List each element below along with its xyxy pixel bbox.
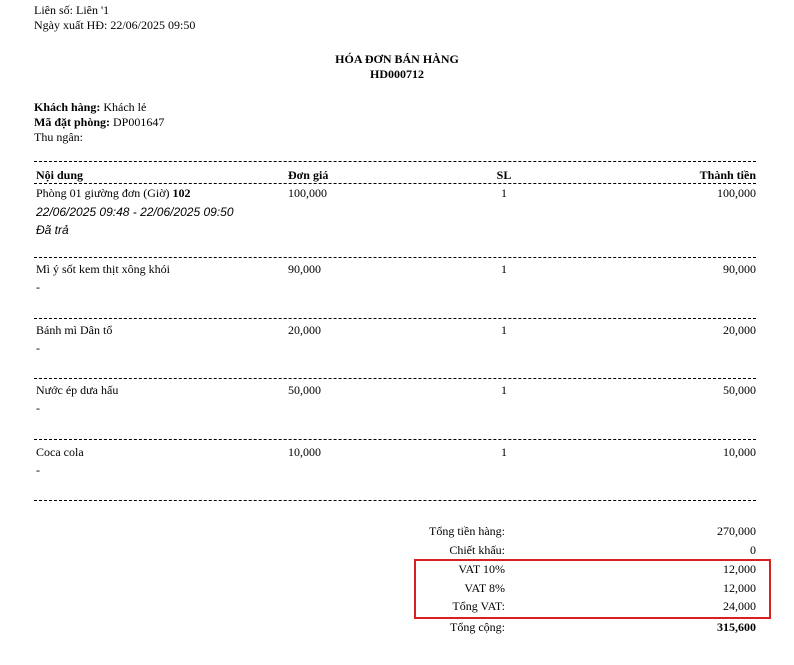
header-unit-price: Đơn giá — [288, 168, 329, 182]
customer-line: Khách hàng: Khách lẻ — [34, 100, 164, 115]
item-note: - — [36, 463, 40, 477]
booking-label: Mã đặt phòng: — [34, 115, 111, 129]
item-total: 50,000 — [723, 383, 756, 397]
summary-value: 270,000 — [717, 524, 756, 538]
item-time-range: 22/06/2025 09:48 - 22/06/2025 09:50 — [36, 205, 234, 219]
booking-line: Mã đặt phòng: DP001647 — [34, 115, 164, 130]
item-qty: 1 — [501, 383, 507, 397]
invoice-number: HD000712 — [370, 67, 424, 81]
invoice-meta: Liên số: Liên '1 Ngày xuất HĐ: 22/06/202… — [34, 3, 195, 33]
summary-label: Chiết khấu: — [449, 543, 505, 557]
export-date-label: Ngày xuất HĐ: — [34, 18, 108, 32]
item-note: - — [36, 280, 40, 294]
row-divider — [34, 183, 756, 184]
export-date-line: Ngày xuất HĐ: 22/06/2025 09:50 — [34, 18, 195, 33]
vat-highlight-box — [414, 559, 771, 619]
booking-value: DP001647 — [113, 115, 165, 129]
summary-label: Tổng cộng: — [450, 620, 505, 634]
item-qty: 1 — [501, 262, 507, 276]
item-price: 90,000 — [288, 262, 321, 276]
item-price: 10,000 — [288, 445, 321, 459]
header-content: Nội dung — [36, 168, 84, 182]
customer-label: Khách hàng: — [34, 100, 101, 114]
cashier-label: Thu ngân: — [34, 130, 83, 144]
table-top-divider — [34, 161, 756, 162]
item-name: Coca cola — [36, 445, 84, 459]
row-divider — [34, 378, 756, 379]
row-divider — [34, 318, 756, 319]
copy-label: Liên số: Liên '1 — [34, 3, 110, 17]
summary-value: 0 — [750, 543, 756, 557]
header-quantity: SL — [496, 168, 512, 182]
item-qty: 1 — [501, 323, 507, 337]
summary-label: Tổng tiền hàng: — [429, 524, 505, 538]
item-total: 10,000 — [723, 445, 756, 459]
item-total: 20,000 — [723, 323, 756, 337]
summary-grand-total: Tổng cộng: 315,600 — [0, 620, 794, 638]
summary-value: 315,600 — [717, 620, 756, 634]
item-name: Nước ép dưa hấu — [36, 383, 119, 397]
export-date-value: 22/06/2025 09:50 — [110, 18, 196, 32]
item-price: 100,000 — [288, 186, 327, 200]
customer-info: Khách hàng: Khách lẻ Mã đặt phòng: DP001… — [34, 100, 164, 145]
item-name: Bánh mì Dân tổ — [36, 323, 113, 337]
row-divider — [34, 439, 756, 440]
item-qty: 1 — [501, 186, 507, 200]
table-bottom-divider — [34, 500, 756, 501]
item-note: - — [36, 341, 40, 355]
header-line-total: Thành tiền — [699, 168, 756, 182]
item-name: Phòng 01 giường đơn (Giờ) 102 — [36, 186, 191, 200]
room-number: 102 — [172, 186, 191, 200]
item-status: Đã trả — [36, 223, 69, 237]
item-note: - — [36, 401, 40, 415]
row-divider — [34, 257, 756, 258]
invoice-title-block: HÓA ĐƠN BÁN HÀNG HD000712 — [0, 52, 794, 82]
item-qty: 1 — [501, 445, 507, 459]
item-price: 50,000 — [288, 383, 321, 397]
item-name: Mì ý sốt kem thịt xông khói — [36, 262, 171, 276]
item-total: 100,000 — [717, 186, 756, 200]
item-price: 20,000 — [288, 323, 321, 337]
customer-value: Khách lẻ — [103, 100, 147, 114]
invoice-title: HÓA ĐƠN BÁN HÀNG — [335, 52, 459, 66]
item-total: 90,000 — [723, 262, 756, 276]
summary-subtotal: Tổng tiền hàng: 270,000 — [0, 524, 794, 542]
